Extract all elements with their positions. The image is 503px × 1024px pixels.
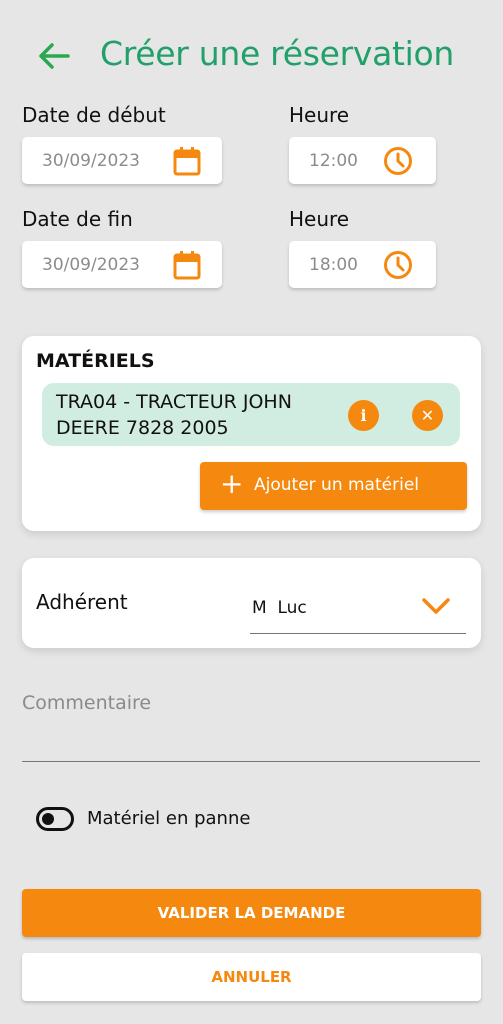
end-date-label: Date de fin [22, 207, 133, 231]
cancel-button[interactable]: ANNULER [22, 953, 481, 1001]
adherent-select[interactable]: M Luc [250, 582, 466, 634]
back-button[interactable] [34, 38, 74, 74]
plus-icon: + [220, 467, 244, 500]
materiels-card: MATÉRIELS TRA04 - TRACTEUR JOHN DEERE 78… [22, 336, 481, 531]
end-time-value: 18:00 [309, 255, 358, 275]
calendar-icon[interactable] [172, 249, 202, 281]
end-time-field[interactable]: 18:00 [289, 241, 436, 288]
panne-toggle[interactable] [36, 807, 74, 831]
add-materiel-label: Ajouter un matériel [254, 475, 419, 495]
info-icon: i [360, 406, 367, 425]
end-time-label: Heure [289, 207, 350, 231]
close-circle-icon: ✕ [420, 406, 435, 425]
remove-materiel-button[interactable]: ✕ [412, 400, 443, 431]
clock-icon[interactable] [383, 249, 413, 281]
comment-placeholder: Commentaire [22, 692, 152, 714]
materiel-chip: TRA04 - TRACTEUR JOHN DEERE 7828 2005 i … [42, 383, 460, 446]
clock-icon[interactable] [383, 145, 413, 177]
start-time-field[interactable]: 12:00 [289, 137, 436, 184]
calendar-icon[interactable] [172, 145, 202, 177]
end-date-field[interactable]: 30/09/2023 [22, 241, 222, 288]
add-materiel-button[interactable]: + Ajouter un matériel [200, 462, 467, 510]
start-time-value: 12:00 [309, 151, 358, 171]
start-time-label: Heure [289, 103, 350, 127]
submit-button[interactable]: VALIDER LA DEMANDE [22, 889, 481, 937]
start-date-value: 30/09/2023 [42, 151, 140, 171]
app-header: Créer une réservation [0, 28, 503, 84]
toggle-knob [42, 813, 54, 825]
adherent-card: Adhérent M Luc [22, 558, 481, 648]
adherent-value: M Luc [252, 598, 307, 618]
end-date-value: 30/09/2023 [42, 255, 140, 275]
page-title: Créer une réservation [100, 34, 455, 73]
adherent-label: Adhérent [36, 590, 128, 614]
start-date-field[interactable]: 30/09/2023 [22, 137, 222, 184]
materiels-title: MATÉRIELS [36, 350, 155, 372]
panne-toggle-label: Matériel en panne [87, 808, 251, 829]
start-date-label: Date de début [22, 103, 166, 127]
materiel-label: TRA04 - TRACTEUR JOHN DEERE 7828 2005 [56, 391, 292, 439]
chevron-down-icon [422, 598, 450, 614]
info-button[interactable]: i [348, 400, 379, 431]
arrow-left-icon [39, 43, 70, 69]
comment-input[interactable]: Commentaire [22, 690, 480, 762]
